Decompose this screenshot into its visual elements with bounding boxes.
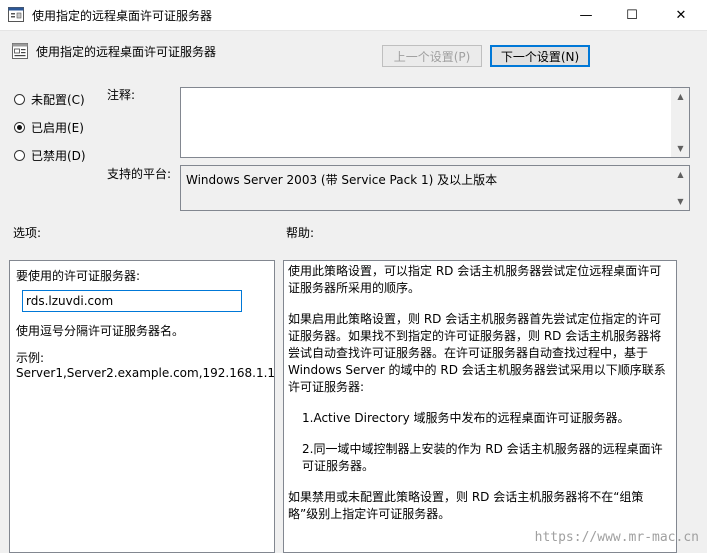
comment-value [181, 88, 689, 94]
radio-label: 已启用(E) [31, 121, 84, 135]
policy-window-icon [8, 7, 24, 22]
example-value: Server1,Server2.example.com,192.168.1.1 [16, 366, 275, 380]
scroll-down-icon[interactable]: ▼ [672, 193, 689, 210]
help-pane[interactable]: 使用此策略设置，可以指定 RD 会话主机服务器尝试定位远程桌面许可证服务器所采用… [283, 260, 677, 553]
platform-scrollbar[interactable]: ▲ ▼ [671, 166, 689, 210]
scroll-up-icon[interactable]: ▲ [672, 166, 689, 183]
radio-circle[interactable] [14, 122, 25, 133]
minimize-button[interactable]: — [563, 0, 609, 30]
watermark: https://www.mr-mac.cn [534, 530, 699, 545]
comment-scrollbar[interactable]: ▲ ▼ [671, 88, 689, 157]
options-heading: 选项: [13, 226, 42, 240]
help-heading: 帮助: [286, 226, 315, 240]
help-paragraph: 如果启用此策略设置，则 RD 会话主机服务器首先尝试定位指定的许可证服务器。如果… [288, 312, 666, 394]
options-pane: 要使用的许可证服务器: 使用逗号分隔许可证服务器名。 示例: Server1,S… [9, 260, 275, 553]
help-paragraph: 1.Active Directory 域服务中发布的远程桌面许可证服务器。 [302, 411, 630, 425]
help-paragraph: 2.同一域中域控制器上安装的作为 RD 会话主机服务器的远程桌面许可证服务器。 [302, 442, 663, 473]
close-icon: ✕ [675, 7, 687, 23]
license-server-label: 要使用的许可证服务器: [16, 269, 141, 283]
maximize-button[interactable]: ☐ [609, 0, 655, 30]
previous-setting-button[interactable]: 上一个设置(P) [382, 45, 482, 67]
platform-value: Windows Server 2003 (带 Service Pack 1) 及… [186, 173, 498, 187]
radio-disabled[interactable]: 已禁用(D) [14, 147, 86, 164]
minimize-icon: — [579, 7, 593, 23]
help-paragraph: 使用此策略设置，可以指定 RD 会话主机服务器尝试定位远程桌面许可证服务器所采用… [288, 264, 662, 295]
scroll-down-icon[interactable]: ▼ [672, 140, 689, 157]
radio-circle[interactable] [14, 94, 25, 105]
scroll-up-icon[interactable]: ▲ [672, 88, 689, 105]
example-label: 示例: [16, 351, 45, 365]
next-setting-button[interactable]: 下一个设置(N) [490, 45, 590, 67]
help-paragraph: 如果禁用或未配置此策略设置，则 RD 会话主机服务器将不在“组策略”级别上指定许… [288, 490, 644, 521]
comment-textarea[interactable]: ▲ ▼ [180, 87, 690, 158]
radio-circle[interactable] [14, 150, 25, 161]
radio-not-configured[interactable]: 未配置(C) [14, 91, 85, 108]
close-button[interactable]: ✕ [655, 0, 707, 30]
radio-enabled[interactable]: 已启用(E) [14, 119, 84, 136]
policy-name: 使用指定的远程桌面许可证服务器 [36, 45, 217, 59]
platform-box: Windows Server 2003 (带 Service Pack 1) 及… [180, 165, 690, 211]
platform-label: 支持的平台: [107, 167, 172, 181]
separator-hint: 使用逗号分隔许可证服务器名。 [16, 324, 185, 338]
title-bar: 使用指定的远程桌面许可证服务器 — ☐ ✕ [0, 0, 707, 31]
help-text: 使用此策略设置，可以指定 RD 会话主机服务器尝试定位远程桌面许可证服务器所采用… [288, 263, 668, 537]
radio-label: 已禁用(D) [31, 149, 86, 163]
radio-label: 未配置(C) [31, 93, 85, 107]
comment-label: 注释: [107, 88, 136, 102]
policy-setting-icon [12, 43, 28, 59]
window-title: 使用指定的远程桌面许可证服务器 [32, 9, 213, 23]
license-server-input[interactable] [22, 290, 242, 312]
maximize-icon: ☐ [626, 7, 638, 23]
